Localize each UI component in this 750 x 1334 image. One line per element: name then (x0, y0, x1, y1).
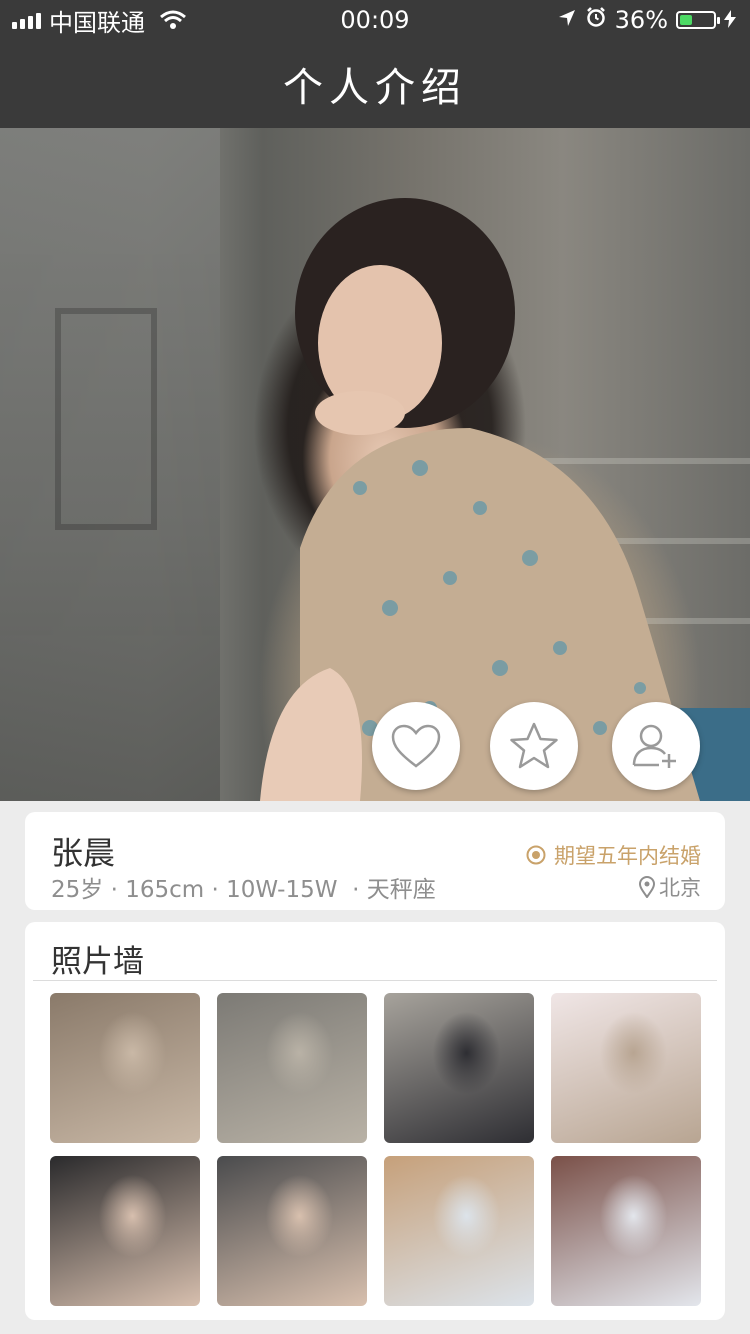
carrier-label: 中国联通 (49, 8, 145, 37)
star-icon (510, 722, 558, 769)
photo-thumbnail[interactable] (384, 993, 534, 1143)
battery-percent: 36% (614, 6, 668, 34)
photo-wall-card: 照片墙 (25, 922, 725, 1320)
photo-thumbnail[interactable] (217, 1156, 367, 1306)
add-friend-icon (632, 724, 676, 768)
photo-thumbnail[interactable] (50, 993, 200, 1143)
location: 北京 (639, 872, 701, 902)
photo-thumbnail[interactable] (384, 1156, 534, 1306)
signal-icon (12, 11, 41, 29)
divider (33, 980, 717, 981)
profile-name: 张晨 (51, 834, 116, 872)
like-button[interactable] (372, 702, 460, 790)
photo-thumbnail[interactable] (551, 993, 701, 1143)
photo-thumbnail[interactable] (551, 1156, 701, 1306)
photo-wall-title: 照片墙 (51, 944, 144, 980)
battery-icon (676, 11, 720, 29)
profile-info-card: 张晨 25岁 · 165cm · 10W-15W · 天秤座 期望五年内结婚 北… (25, 812, 725, 910)
add-friend-button[interactable] (612, 702, 700, 790)
status-left: 中国联通 (0, 3, 187, 38)
status-right: 36% (557, 6, 750, 34)
favorite-button[interactable] (490, 702, 578, 790)
profile-hero-photo[interactable] (0, 128, 750, 801)
location-label: 北京 (659, 876, 701, 900)
location-arrow-icon (557, 6, 577, 34)
target-icon (526, 845, 546, 865)
marriage-expectation: 期望五年内结婚 (526, 840, 701, 870)
photo-thumbnail[interactable] (50, 1156, 200, 1306)
photo-thumbnail[interactable] (217, 993, 367, 1143)
charging-bolt-icon (724, 6, 736, 34)
alarm-clock-icon (585, 6, 607, 34)
wifi-icon (159, 10, 187, 30)
heart-icon (391, 724, 441, 768)
portrait-figure (260, 198, 700, 801)
marriage-expectation-label: 期望五年内结婚 (554, 844, 701, 868)
map-pin-icon (639, 876, 655, 898)
page-title: 个人介绍 (283, 65, 467, 111)
nav-bar: 个人介绍 (0, 40, 750, 128)
status-bar: 中国联通 00:09 36% (0, 0, 750, 40)
profile-meta: 25岁 · 165cm · 10W-15W · 天秤座 (51, 877, 436, 903)
